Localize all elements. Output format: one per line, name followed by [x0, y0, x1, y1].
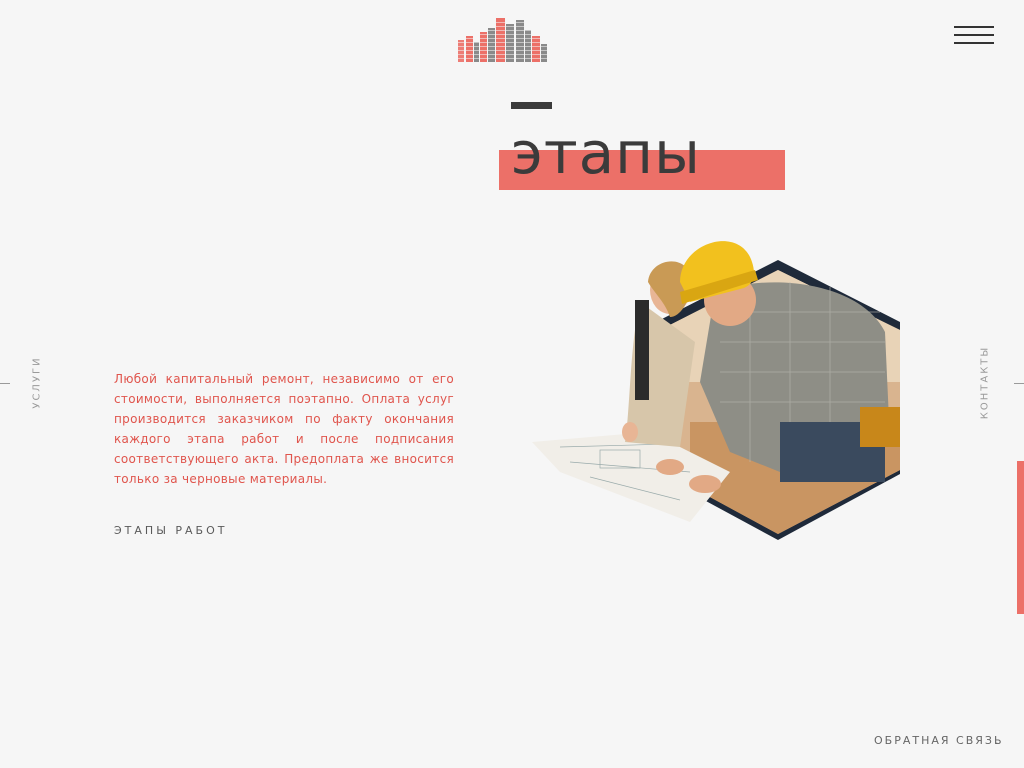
side-nav-services[interactable]: УСЛУГИ — [27, 355, 47, 415]
side-right-line — [1014, 383, 1024, 384]
side-nav-contacts[interactable]: КОНТАКТЫ — [975, 345, 995, 425]
feedback-link[interactable]: ОБРАТНАЯ СВЯЗЬ — [874, 734, 1004, 747]
feedback-dot: . — [995, 734, 999, 747]
title-dash — [511, 102, 552, 109]
hamburger-menu-icon[interactable] — [954, 26, 994, 46]
side-left-line — [0, 383, 10, 384]
side-nav-contacts-label: КОНТАКТЫ — [979, 345, 991, 420]
stages-link[interactable]: ЭТАПЫ РАБОТ — [114, 524, 227, 537]
side-nav-services-label: УСЛУГИ — [31, 356, 43, 409]
workers-photo — [532, 241, 900, 540]
buildings-logo-icon[interactable] — [456, 16, 550, 64]
scroll-indicator[interactable] — [1017, 461, 1024, 614]
section-description: Любой капитальный ремонт, независимо от … — [114, 372, 454, 486]
page-title: этапы — [511, 119, 701, 187]
